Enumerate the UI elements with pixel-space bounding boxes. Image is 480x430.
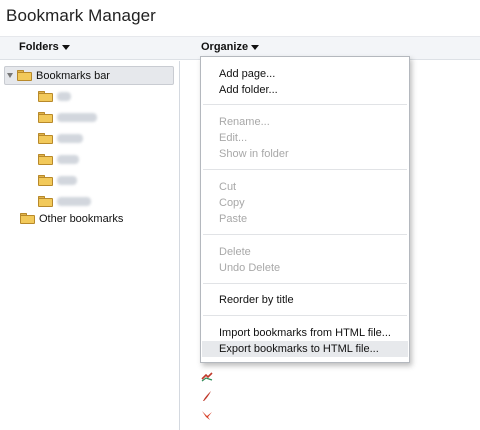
menu-separator [203,283,407,284]
site-favicon [202,411,212,420]
expander-arrow-icon[interactable] [7,73,13,78]
menu-separator [203,234,407,235]
menu-item-export-bookmarks[interactable]: Export bookmarks to HTML file... [202,341,408,357]
folder-icon [38,91,53,102]
site-favicon [201,372,213,382]
tree-item-subfolder[interactable] [38,129,83,148]
menu-item-import-bookmarks[interactable]: Import bookmarks from HTML file... [202,325,408,341]
organize-menu-label: Organize [201,41,249,53]
tree-item-subfolder[interactable] [38,87,71,106]
redacted-folder-name [57,155,79,164]
menu-item-copy[interactable]: Copy [202,195,408,211]
tree-item-label: Bookmarks bar [36,69,110,82]
tree-item-other-bookmarks[interactable]: Other bookmarks [20,209,123,228]
folder-icon [38,175,53,186]
menu-item-add-page[interactable]: Add page... [202,66,408,82]
menu-separator [203,104,407,105]
tree-item-subfolder[interactable] [38,150,79,169]
menu-item-show-in-folder[interactable]: Show in folder [202,146,408,162]
menu-item-cut[interactable]: Cut [202,179,408,195]
menu-item-undo-delete[interactable]: Undo Delete [202,260,408,276]
menu-item-delete[interactable]: Delete [202,244,408,260]
folders-menu-label: Folders [19,41,59,53]
menu-separator [203,169,407,170]
menu-item-paste[interactable]: Paste [202,211,408,227]
menu-item-edit[interactable]: Edit... [202,130,408,146]
folder-icon [38,133,53,144]
menu-item-reorder-by-title[interactable]: Reorder by title [202,292,408,308]
folder-tree: Bookmarks bar Other bookmarks [0,61,180,430]
redacted-folder-name [57,176,77,185]
organize-dropdown-menu: Add page... Add folder... Rename... Edit… [200,56,410,363]
caret-down-icon [61,45,70,50]
folders-menu-button[interactable]: Folders [19,41,70,53]
menu-item-rename[interactable]: Rename... [202,114,408,130]
tree-item-bookmarks-bar[interactable]: Bookmarks bar [4,66,174,85]
folder-icon [20,213,35,224]
organize-menu-button[interactable]: Organize [201,41,260,53]
redacted-folder-name [57,113,97,122]
folder-icon [38,196,53,207]
tree-item-label: Other bookmarks [39,212,124,225]
site-favicon [203,391,211,401]
menu-item-add-folder[interactable]: Add folder... [202,82,408,98]
folder-icon [38,112,53,123]
folder-icon [38,154,53,165]
caret-down-icon [251,45,260,50]
redacted-folder-name [57,134,83,143]
redacted-folder-name [57,92,71,101]
menu-separator [203,315,407,316]
folder-icon [17,70,32,81]
redacted-folder-name [57,197,91,206]
tree-item-subfolder[interactable] [38,108,97,127]
window-title: Bookmark Manager [6,6,156,25]
tree-item-subfolder[interactable] [38,171,77,190]
